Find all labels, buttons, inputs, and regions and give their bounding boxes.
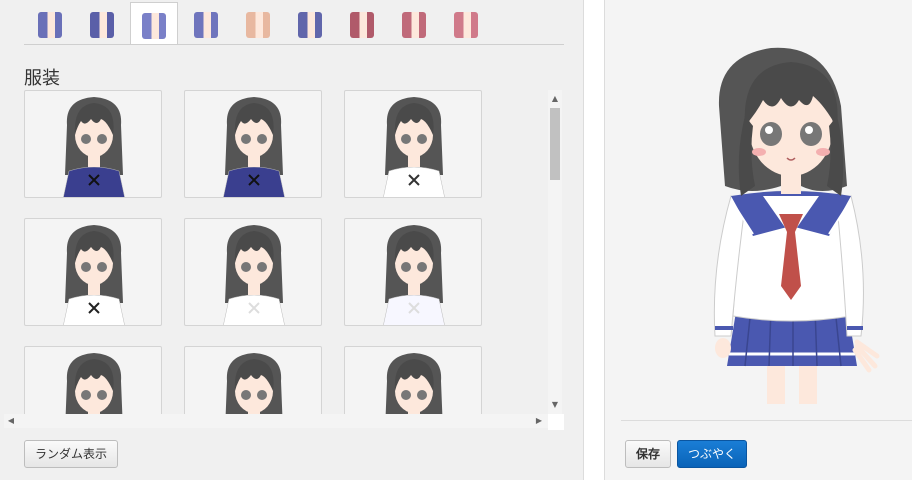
outfit-2[interactable] xyxy=(184,90,322,198)
outfit-4[interactable] xyxy=(24,218,162,326)
tab-hair-7[interactable] xyxy=(338,4,386,42)
outfit-thumbnail-icon xyxy=(63,97,125,197)
scroll-corner xyxy=(548,414,564,430)
horizontal-scrollbar[interactable]: ◀ ▶ xyxy=(4,414,548,428)
part-thumbnail-icon xyxy=(142,13,166,39)
scroll-thumb[interactable] xyxy=(550,108,560,180)
tab-hair-3[interactable] xyxy=(130,2,178,44)
outfit-6[interactable] xyxy=(344,218,482,326)
outfit-7[interactable] xyxy=(24,346,162,414)
outfit-thumbnail-icon xyxy=(223,225,285,325)
outfit-thumbnail-icon xyxy=(225,353,283,414)
part-thumbnail-icon xyxy=(194,12,218,38)
preview-panel: 保存 つぶやく xyxy=(604,0,912,480)
parts-panel: 服装 ▲ ▼ ◀ ▶ ランダム表示 xyxy=(0,0,584,480)
scroll-right-icon[interactable]: ▶ xyxy=(532,414,546,428)
part-thumbnail-icon xyxy=(350,12,374,38)
outfit-thumbnail-icon xyxy=(63,225,125,325)
save-button[interactable]: 保存 xyxy=(625,440,671,468)
part-thumbnail-icon xyxy=(298,12,322,38)
tab-hair-2[interactable] xyxy=(78,4,126,42)
tab-hair-8[interactable] xyxy=(390,4,438,42)
tab-hair-6[interactable] xyxy=(286,4,334,42)
outfit-9[interactable] xyxy=(344,346,482,414)
outfit-thumbnail-icon xyxy=(383,225,445,325)
outfit-thumbnail-icon xyxy=(383,97,445,197)
scroll-up-icon[interactable]: ▲ xyxy=(548,92,562,106)
tab-hair-1[interactable] xyxy=(26,4,74,42)
divider xyxy=(621,420,912,421)
parts-tab-bar xyxy=(24,0,564,45)
tab-hair-4[interactable] xyxy=(182,4,230,42)
outfit-thumbnail-icon xyxy=(385,353,443,414)
part-thumbnail-icon xyxy=(38,12,62,38)
outfit-8[interactable] xyxy=(184,346,322,414)
scroll-left-icon[interactable]: ◀ xyxy=(4,414,18,428)
character-preview xyxy=(713,47,880,404)
part-thumbnail-icon xyxy=(402,12,426,38)
part-thumbnail-icon xyxy=(454,12,478,38)
scroll-down-icon[interactable]: ▼ xyxy=(548,398,562,412)
outfit-3[interactable] xyxy=(344,90,482,198)
outfit-thumbnail-icon xyxy=(223,97,285,197)
tab-hair-9[interactable] xyxy=(442,4,490,42)
random-display-button[interactable]: ランダム表示 xyxy=(24,440,118,468)
tab-face-5[interactable] xyxy=(234,4,282,42)
outfit-5[interactable] xyxy=(184,218,322,326)
section-title: 服装 xyxy=(24,68,60,89)
vertical-scrollbar[interactable]: ▲ ▼ xyxy=(548,90,562,414)
part-thumbnail-icon xyxy=(246,12,270,38)
tweet-button[interactable]: つぶやく xyxy=(677,440,747,468)
part-thumbnail-icon xyxy=(90,12,114,38)
outfit-thumbnail-icon xyxy=(65,353,123,414)
outfit-1[interactable] xyxy=(24,90,162,198)
outfit-grid xyxy=(20,90,548,414)
